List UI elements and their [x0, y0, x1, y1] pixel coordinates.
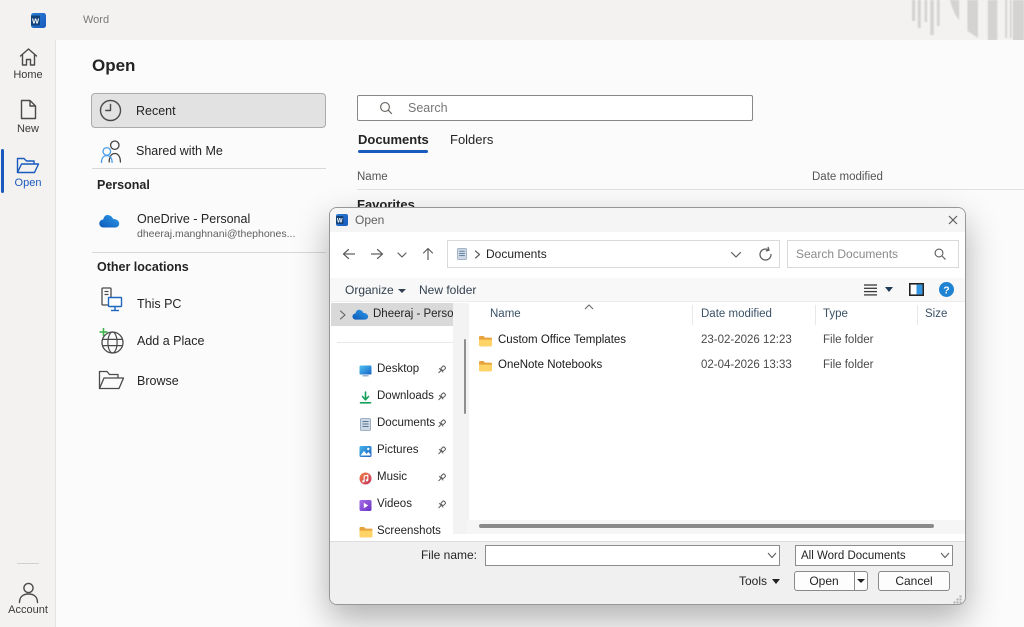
svg-text:W: W: [32, 17, 40, 26]
svg-text:?: ?: [943, 284, 949, 296]
svg-text:W: W: [337, 219, 343, 225]
